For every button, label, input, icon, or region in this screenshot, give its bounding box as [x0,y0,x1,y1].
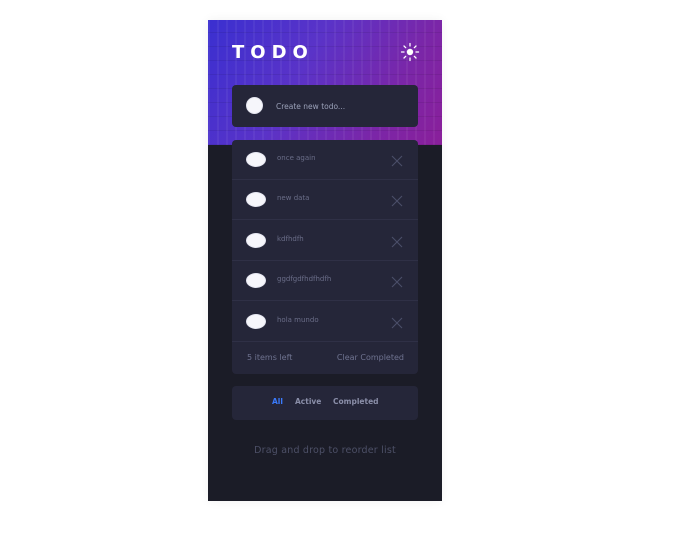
todo-checkbox[interactable] [246,152,266,167]
list-footer: 5 items left Clear Completed [232,343,418,374]
close-icon[interactable] [390,315,404,329]
todo-app: TODO once again [208,20,442,501]
todo-item[interactable]: new data [232,180,418,220]
todo-text: hola mundo [277,316,319,324]
filter-completed[interactable]: Completed [333,397,379,406]
todo-item[interactable]: hola mundo [232,302,418,342]
filter-active[interactable]: Active [295,397,321,406]
app-title: TODO [232,42,314,63]
filter-bar: All Active Completed [232,386,418,420]
todo-text: new data [277,194,310,202]
todo-text: ggdfgdfhdfhdfh [277,275,332,283]
todo-item[interactable]: once again [232,140,418,180]
new-todo-input[interactable] [276,96,406,116]
clear-completed-button[interactable]: Clear Completed [337,353,404,362]
todo-checkbox[interactable] [246,192,266,207]
todo-text: once again [277,154,316,162]
todo-checkbox[interactable] [246,233,266,248]
items-left-count: 5 items left [247,353,293,362]
todo-checkbox[interactable] [246,273,266,288]
todo-checkbox[interactable] [246,314,266,329]
todo-item[interactable]: ggdfgdfhdfhdfh [232,261,418,301]
todo-item[interactable]: kdfhdfh [232,221,418,261]
new-todo-card [232,85,418,127]
todo-list: once again new data kdfhdfh ggdfgdfhdfhd… [232,140,418,374]
new-todo-checkbox[interactable] [246,97,263,114]
todo-text: kdfhdfh [277,235,304,243]
close-icon[interactable] [390,234,404,248]
filter-all[interactable]: All [272,397,283,406]
close-icon[interactable] [390,274,404,288]
close-icon[interactable] [390,153,404,167]
drag-hint: Drag and drop to reorder list [254,445,396,456]
close-icon[interactable] [390,193,404,207]
sun-icon[interactable] [400,42,420,62]
